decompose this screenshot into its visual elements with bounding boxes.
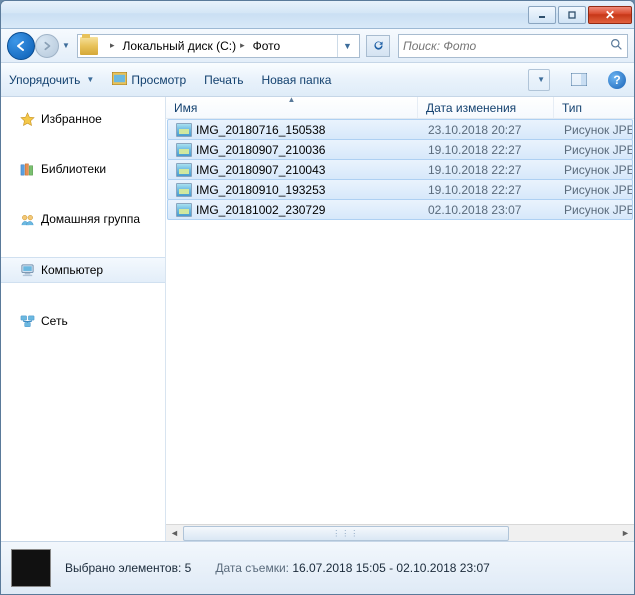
maximize-button[interactable]: [558, 6, 586, 24]
image-file-icon: [176, 143, 192, 157]
view-options-button[interactable]: ▼: [528, 69, 550, 91]
computer-icon: [19, 262, 35, 278]
column-header: Имя ▲ Дата изменения Тип: [166, 97, 634, 119]
window-buttons: ✕: [526, 6, 632, 24]
image-file-icon: [176, 123, 192, 137]
star-icon: [19, 111, 35, 127]
organize-menu[interactable]: Упорядочить▼: [9, 73, 94, 87]
file-row[interactable]: IMG_20180907_210036 19.10.2018 22:27 Рис…: [167, 139, 633, 160]
status-text: Выбрано элементов: 5 Дата съемки: 16.07.…: [65, 561, 490, 575]
print-button[interactable]: Печать: [204, 73, 243, 87]
sidebar-label: Сеть: [41, 314, 68, 328]
sidebar-label: Избранное: [41, 112, 102, 126]
address-bar[interactable]: ▸ Локальный диск (C:)▸ Фото ▼: [77, 34, 360, 58]
sidebar-libraries[interactable]: Библиотеки: [1, 157, 165, 181]
breadcrumb-folder[interactable]: Фото: [249, 35, 285, 57]
image-file-icon: [176, 203, 192, 217]
explorer-window: ✕ ▼ ▸ Локальный диск (C:)▸ Фото ▼: [0, 0, 635, 595]
sidebar-network[interactable]: Сеть: [1, 309, 165, 333]
column-name[interactable]: Имя ▲: [166, 97, 418, 118]
body: Избранное Библиотеки Домашняя группа: [1, 97, 634, 541]
minimize-button[interactable]: [528, 6, 556, 24]
network-icon: [19, 313, 35, 329]
titlebar: ✕: [1, 1, 634, 29]
file-row[interactable]: IMG_20180716_150538 23.10.2018 20:27 Рис…: [167, 119, 633, 140]
file-row[interactable]: IMG_20180910_193253 19.10.2018 22:27 Рис…: [167, 179, 633, 200]
homegroup-icon: [19, 211, 35, 227]
image-file-icon: [176, 163, 192, 177]
scroll-left-button[interactable]: ◄: [166, 525, 183, 542]
breadcrumb-root[interactable]: ▸: [102, 35, 119, 57]
preview-pane-button[interactable]: [568, 69, 590, 91]
address-dropdown[interactable]: ▼: [337, 35, 357, 57]
refresh-button[interactable]: [366, 35, 390, 57]
sidebar-label: Домашняя группа: [41, 212, 140, 226]
selected-count: 5: [185, 561, 192, 575]
scroll-right-button[interactable]: ►: [617, 525, 634, 542]
nav-history-dropdown[interactable]: ▼: [59, 36, 73, 56]
column-type[interactable]: Тип: [554, 97, 634, 118]
back-button[interactable]: [7, 32, 35, 60]
sidebar-label: Компьютер: [41, 263, 103, 277]
preview-icon: [112, 72, 127, 88]
sort-indicator-icon: ▲: [288, 97, 296, 104]
horizontal-scrollbar[interactable]: ◄ ⋮⋮⋮ ►: [166, 524, 634, 541]
scroll-thumb[interactable]: ⋮⋮⋮: [183, 526, 509, 541]
content: Имя ▲ Дата изменения Тип IMG_20180716_15…: [166, 97, 634, 541]
nav-arrows: ▼: [7, 32, 73, 60]
libraries-icon: [19, 161, 35, 177]
preview-thumbnail: [11, 549, 51, 587]
search-box[interactable]: [398, 34, 628, 58]
preview-button[interactable]: Просмотр: [112, 72, 186, 88]
help-button[interactable]: ?: [608, 71, 626, 89]
sidebar-computer[interactable]: Компьютер: [1, 257, 165, 283]
date-taken-value: 16.07.2018 15:05 - 02.10.2018 23:07: [292, 561, 490, 575]
date-taken-label: Дата съемки:: [215, 561, 289, 575]
file-list: IMG_20180716_150538 23.10.2018 20:27 Рис…: [166, 119, 634, 524]
column-date[interactable]: Дата изменения: [418, 97, 554, 118]
image-file-icon: [176, 183, 192, 197]
new-folder-button[interactable]: Новая папка: [261, 73, 331, 87]
folder-icon: [80, 37, 98, 55]
file-row[interactable]: IMG_20181002_230729 02.10.2018 23:07 Рис…: [167, 199, 633, 220]
navbar: ▼ ▸ Локальный диск (C:)▸ Фото ▼: [1, 29, 634, 63]
file-row[interactable]: IMG_20180907_210043 19.10.2018 22:27 Рис…: [167, 159, 633, 180]
statusbar: Выбрано элементов: 5 Дата съемки: 16.07.…: [1, 541, 634, 594]
sidebar: Избранное Библиотеки Домашняя группа: [1, 97, 166, 541]
selected-label: Выбрано элементов:: [65, 561, 181, 575]
breadcrumb-drive[interactable]: Локальный диск (C:)▸: [119, 35, 249, 57]
search-input[interactable]: [403, 39, 610, 53]
scroll-track[interactable]: ⋮⋮⋮: [183, 525, 617, 542]
sidebar-favorites[interactable]: Избранное: [1, 107, 165, 131]
toolbar: Упорядочить▼ Просмотр Печать Новая папка…: [1, 63, 634, 97]
forward-button[interactable]: [35, 34, 59, 58]
close-button[interactable]: ✕: [588, 6, 632, 24]
sidebar-label: Библиотеки: [41, 162, 106, 176]
search-icon: [610, 38, 623, 54]
sidebar-homegroup[interactable]: Домашняя группа: [1, 207, 165, 231]
